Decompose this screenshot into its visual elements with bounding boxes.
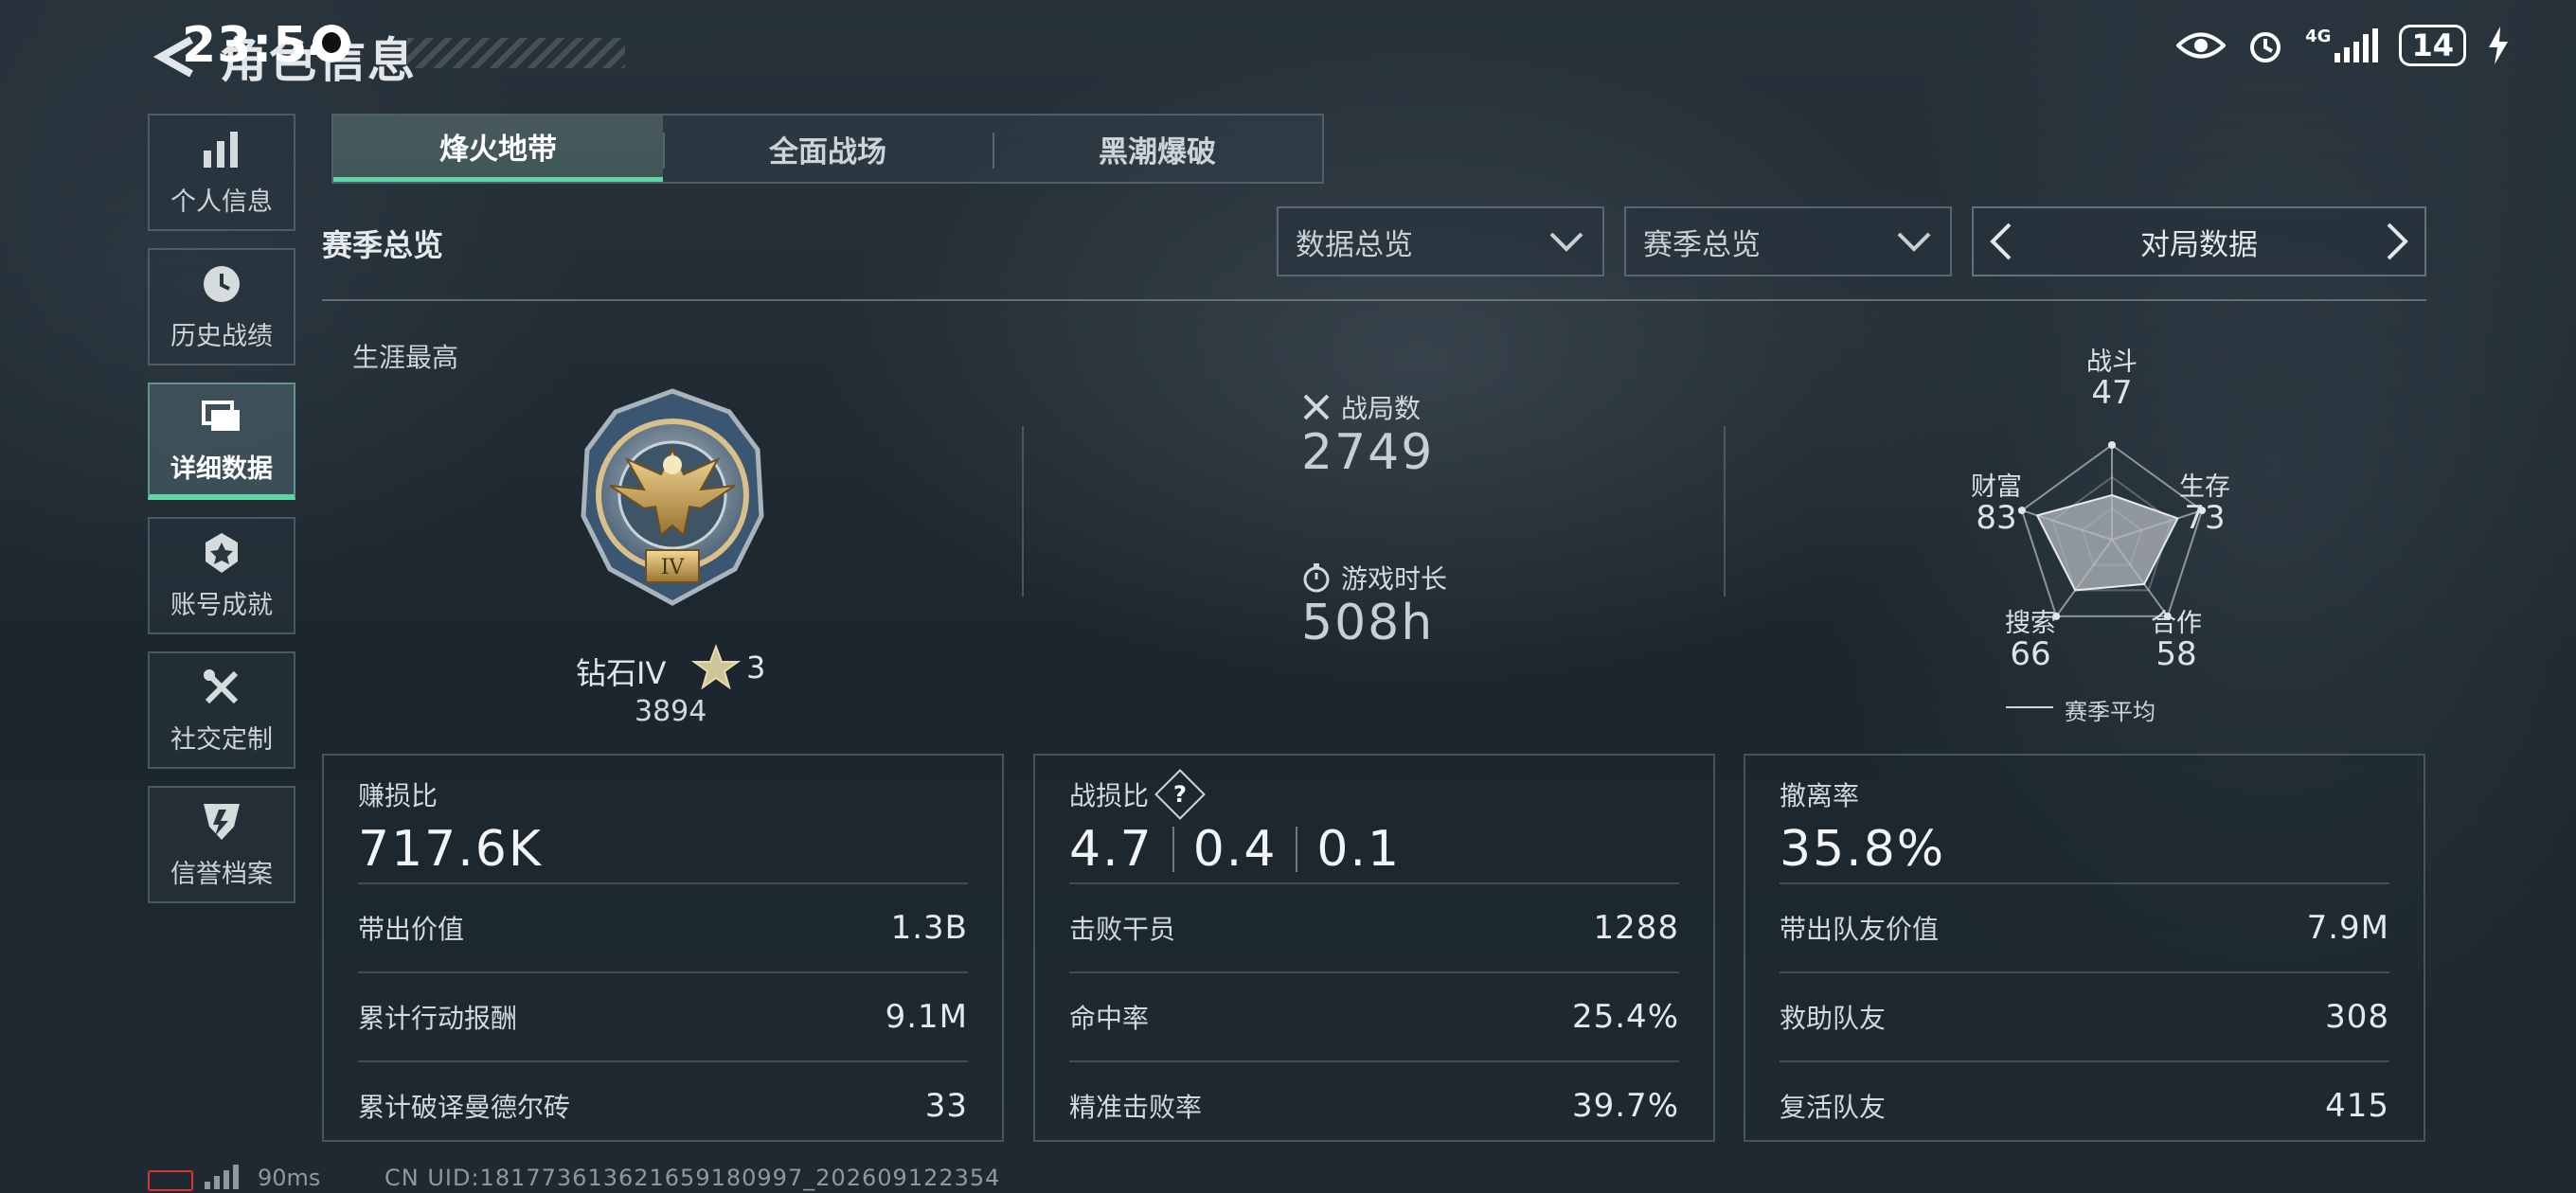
crossed-swords-icon <box>1303 394 1330 420</box>
badge-icon <box>206 532 238 573</box>
rank-score: 3894 <box>635 695 707 728</box>
alarm-icon <box>2250 32 2281 62</box>
season-dropdown-value: 赛季总览 <box>1643 227 1761 262</box>
career-best-label: 生涯最高 <box>352 342 459 373</box>
tools-icon <box>204 668 239 703</box>
table-row: 命中率 25.4% <box>1069 971 1679 1060</box>
sidebar-item-details[interactable]: 详细数据 <box>148 383 295 500</box>
rank-star-count: 3 <box>746 650 766 686</box>
radar-label-cooperation: 合作 58 <box>2151 609 2202 673</box>
bar-chart-icon <box>204 131 238 168</box>
section-divider <box>322 299 2426 301</box>
folder-icon <box>202 400 240 431</box>
battery-indicator: 14 <box>2399 25 2466 66</box>
title-decoration <box>407 38 625 68</box>
table-row: 击败干员 1288 <box>1069 882 1679 971</box>
help-icon[interactable]: ? <box>1154 769 1206 820</box>
tab-warzone[interactable]: 烽火地带 <box>333 116 663 182</box>
network-signal-icon <box>205 1165 239 1189</box>
table-row: 累计破译曼德尔砖 33 <box>358 1060 968 1149</box>
radar-label-wealth: 财富 83 <box>1971 472 2022 537</box>
radar-axis-dot <box>2108 441 2116 449</box>
extract-value: 35.8% <box>1780 821 1946 878</box>
section-title: 赛季总览 <box>322 227 444 263</box>
tab-full-battlefield[interactable]: 全面战场 <box>663 116 993 182</box>
charging-icon <box>2489 27 2508 64</box>
tab-black-tide[interactable]: 黑潮爆破 <box>993 116 1322 182</box>
combat-ratios: 4.7 0.4 0.1 <box>1069 821 1402 878</box>
chevron-down-icon <box>1897 232 1931 252</box>
svg-text:IV: IV <box>661 556 686 579</box>
table-row: 累计行动报酬 9.1M <box>358 971 968 1060</box>
player-uid: CN UID:18177361362165918099​7_2026091223… <box>385 1165 1001 1191</box>
table-row: 带出价值 1.3B <box>358 882 968 971</box>
vertical-divider <box>1022 426 1024 596</box>
table-row: 精准击败率 39.7% <box>1069 1060 1679 1149</box>
qq-notification-icon <box>313 25 350 62</box>
table-row: 复活队友 415 <box>1780 1060 2389 1149</box>
stopwatch-icon <box>1303 563 1330 593</box>
device-battery-icon <box>148 1170 193 1191</box>
profit-panel: 赚损比 717.6K 带出价值 1.3B 累计行动报酬 9.1M 累计破译曼德尔砖 3… <box>322 754 1004 1142</box>
status-icons: 4G 14 <box>2176 19 2510 72</box>
extract-panel: 撤离率 35.8% 带出队友价值 7.9M 救助队友 308 复活队友 415 <box>1744 754 2425 1142</box>
playtime-label: 游戏时长 <box>1301 559 1447 596</box>
rank-name: 钻石IV <box>576 655 667 691</box>
season-overview-dropdown[interactable]: 赛季总览 <box>1624 206 1952 276</box>
table-row: 救助队友 308 <box>1780 971 2389 1060</box>
eye-icon <box>2176 32 2227 59</box>
vertical-divider <box>1724 426 1726 596</box>
combat-panel: 战损比 ? 4.7 0.4 0.1 击败干员 1288 命中率 25.4% 精准击败… <box>1033 754 1715 1142</box>
legend-line <box>2006 706 2053 708</box>
match-data-pager: 对局数据 <box>1972 206 2426 276</box>
chevron-left-icon[interactable] <box>1987 221 2015 262</box>
table-row: 带出队友价值 7.9M <box>1780 882 2389 971</box>
pager-label: 对局数据 <box>2140 227 2258 262</box>
radar-label-combat: 战斗 47 <box>2086 347 2138 412</box>
playtime-value: 508h <box>1301 595 1435 651</box>
data-dropdown-value: 数据总览 <box>1296 227 1413 262</box>
mode-tabs: 烽火地带 全面战场 黑潮爆破 <box>331 114 1324 184</box>
sidebar: 个人信息 历史战绩 详细数据 账号成就 社交定制 信誉档案 <box>148 114 299 920</box>
legend-season-average: 赛季平均 <box>2065 699 2156 725</box>
chevron-right-icon[interactable] <box>2383 221 2411 262</box>
sidebar-item-history[interactable]: 历史战绩 <box>148 248 295 365</box>
combat-label: 战损比 ? <box>1069 769 1679 820</box>
profit-label: 赚损比 <box>358 780 438 811</box>
diamond-rank-medal-icon: IV <box>581 388 764 606</box>
sidebar-item-social[interactable]: 社交定制 <box>148 651 295 769</box>
matches-label: 战局数 <box>1301 388 1421 426</box>
ability-radar: 战斗 47 生存 73 合作 58 搜索 66 财富 83 <box>1951 347 2273 729</box>
signal-icon: 4G <box>2305 28 2379 62</box>
radar-label-survival: 生存 73 <box>2179 472 2230 537</box>
clock-icon <box>204 265 240 302</box>
sidebar-item-profile[interactable]: 个人信息 <box>148 114 295 231</box>
profit-value: 717.6K <box>358 821 543 878</box>
rank-star-icon <box>691 644 741 690</box>
extract-label: 撤离率 <box>1780 780 1860 811</box>
radar-label-search: 搜索 66 <box>2005 609 2056 673</box>
ping-value: 90ms <box>258 1165 321 1191</box>
sidebar-item-achievements[interactable]: 账号成就 <box>148 517 295 634</box>
matches-value: 2749 <box>1301 424 1435 481</box>
chevron-down-icon <box>1549 232 1583 252</box>
sidebar-item-reputation[interactable]: 信誉档案 <box>148 786 295 903</box>
shield-icon <box>204 803 240 840</box>
data-overview-dropdown[interactable]: 数据总览 <box>1277 206 1604 276</box>
